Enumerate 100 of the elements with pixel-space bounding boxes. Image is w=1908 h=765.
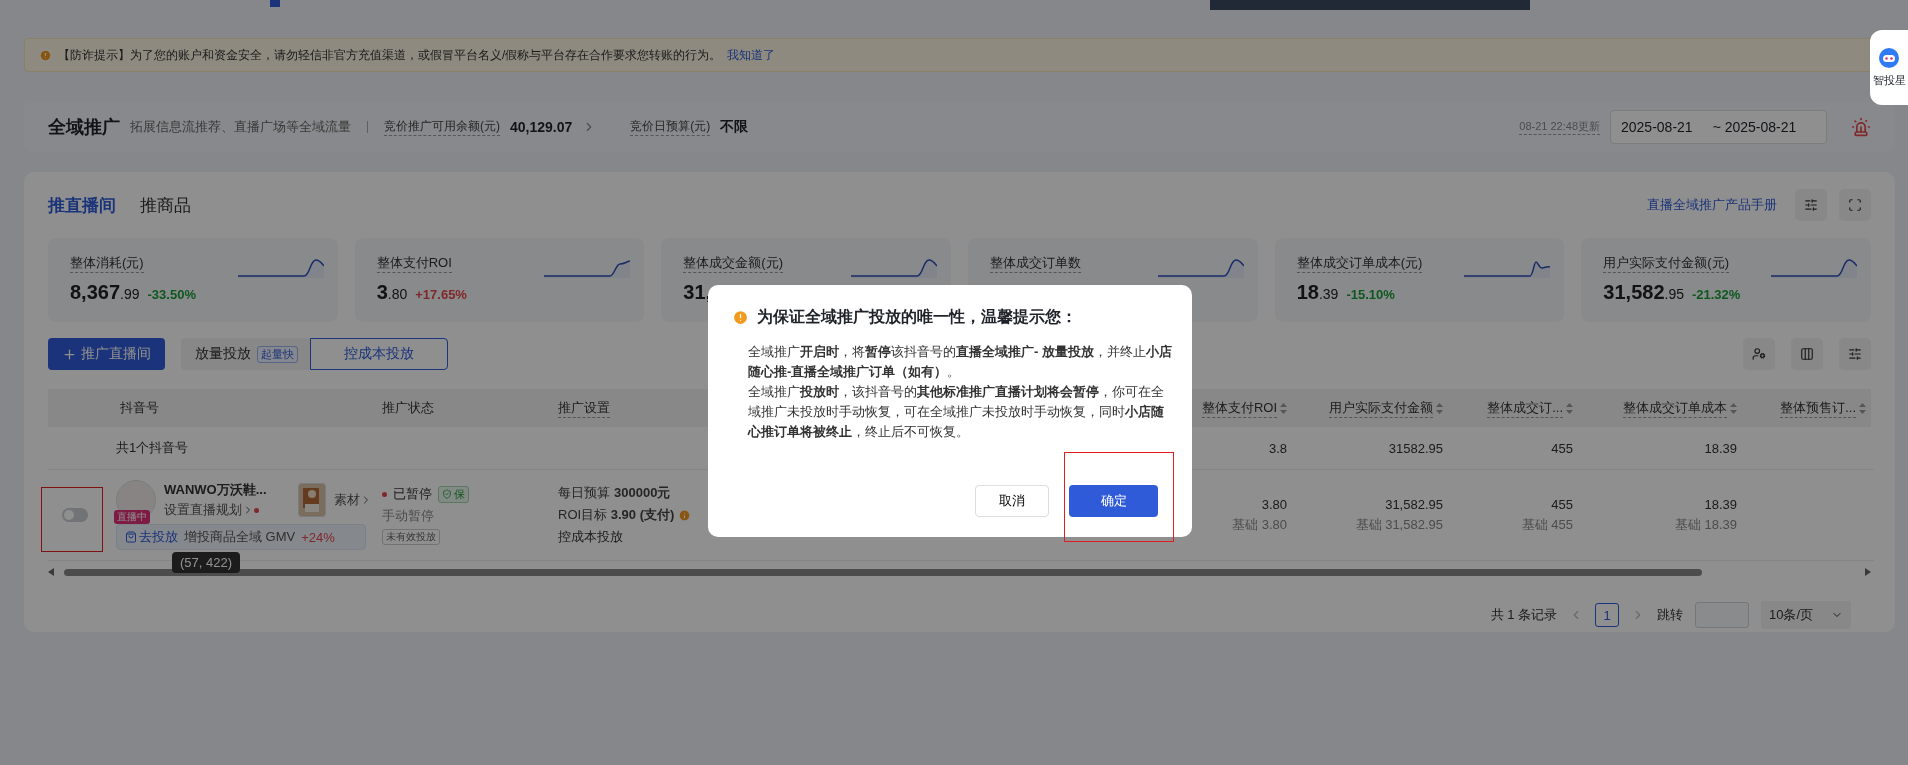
tab[interactable]: 推直播间 xyxy=(48,193,116,217)
account-name: WANWO万沃鞋... xyxy=(164,481,268,499)
sort-icon[interactable] xyxy=(1566,402,1573,414)
notification-dot xyxy=(254,507,259,513)
confirm-button[interactable]: 确定 xyxy=(1069,485,1158,517)
launch-link[interactable]: 去投放 xyxy=(125,528,178,546)
metric-value: 3.80 xyxy=(376,280,408,304)
add-live-room-button[interactable]: 推广直播间 xyxy=(48,338,165,370)
balance-value: 40,129.07 xyxy=(510,119,573,135)
dialog-paragraph: 全域推广开启时，将暂停该抖音号的直播全域推广- 放量投放，并终止小店随心推-直播全域推广订单（如有）。 xyxy=(748,343,1172,381)
warning-icon xyxy=(732,309,749,326)
page-title: 全域推广 xyxy=(48,116,120,139)
dialog-title: 为保证全域推广投放的唯一性，温馨提示您： xyxy=(757,307,1077,327)
volume-mode-button[interactable]: 放量投放 起量快 xyxy=(181,338,310,370)
page-subtitle: 拓展信息流推荐、直播广场等全域流量 xyxy=(130,118,351,136)
notice-text: 【防诈提示】为了您的账户和资金安全，请勿轻信非官方充值渠道，或假冒平台名义/假称与平台存在合作要求您转账的行为。 xyxy=(58,46,722,64)
metric-label: 整体消耗(元) xyxy=(70,253,144,273)
roi-text: ROI目标 3.90 (支付) xyxy=(558,506,675,524)
dialog-paragraph: 全域推广投放时，该抖音号的其他标准推广直播计划将会暂停，你可在全域推广未投放时手动恢复，可在全域推广未投放时手动恢复，同时小店随心推订单将被终止，终止后不可恢复。 xyxy=(748,383,1165,441)
scroll-right-icon[interactable] xyxy=(1865,568,1871,576)
jump-label: 跳转 xyxy=(1657,606,1683,624)
sort-icon[interactable] xyxy=(1730,402,1737,414)
summary-value: 31582.95 xyxy=(1388,440,1443,456)
balance-label: 竞价推广可用余额(元) xyxy=(384,118,500,136)
dismiss-link[interactable]: 我知道了 xyxy=(727,46,776,64)
columns-icon[interactable] xyxy=(1791,338,1823,370)
coordinate-tooltip: (57, 422) xyxy=(172,552,241,573)
column-header: 抖音号 xyxy=(120,399,159,417)
metric-change: +17.65% xyxy=(415,286,467,302)
material-link[interactable]: 素材 xyxy=(334,491,372,509)
column-header: 整体预售订... xyxy=(1780,398,1856,418)
metric-label: 整体支付ROI xyxy=(376,253,452,273)
scroll-left-icon[interactable] xyxy=(48,568,54,576)
column-header: 整体成交订单成本 xyxy=(1623,398,1727,418)
warning-icon xyxy=(39,48,52,62)
plan-link[interactable]: 设置直播规划 xyxy=(164,501,290,519)
promo-text: 增投商品全域 GMV xyxy=(184,528,296,546)
live-badge: 直播中 xyxy=(114,510,150,524)
column-header: 用户实际支付金额 xyxy=(1329,398,1433,418)
metric-value: 8,367.99 xyxy=(70,280,140,304)
cancel-button[interactable]: 取消 xyxy=(975,485,1049,517)
scrollbar-thumb[interactable] xyxy=(64,568,1702,576)
metric-cell: 18.39 xyxy=(1704,496,1737,512)
summary-value: 3.8 xyxy=(1268,440,1287,456)
status-reason: 手动暂停 xyxy=(382,507,434,525)
sort-icon[interactable] xyxy=(1859,402,1866,414)
bid-mode: 控成本投放 xyxy=(558,528,623,546)
status-label: 已暂停 xyxy=(393,485,432,503)
tab-indicator xyxy=(270,0,280,7)
assistant-widget[interactable]: 智投星 xyxy=(1870,30,1908,105)
metric-cell: 455 xyxy=(1551,496,1573,512)
column-header: 整体成交订... xyxy=(1487,398,1563,418)
metric-label: 整体成交订单成本(元) xyxy=(1296,253,1423,273)
user-settings-icon[interactable] xyxy=(1743,338,1775,370)
metric-change: -15.10% xyxy=(1346,286,1395,302)
column-header: 推广状态 xyxy=(382,399,434,417)
alarm-icon[interactable] xyxy=(1851,117,1871,137)
guarantee-badge: 保 xyxy=(438,485,469,503)
budget-text: 每日预算 300000元 xyxy=(558,484,671,502)
page-size-select[interactable]: 10条/页 xyxy=(1761,601,1851,629)
bag-icon xyxy=(125,531,137,543)
summary-value: 18.39 xyxy=(1704,440,1737,456)
page-button[interactable]: 1 xyxy=(1595,603,1619,627)
tab[interactable]: 推商品 xyxy=(140,193,191,217)
metric-label: 整体成交订单数 xyxy=(990,253,1081,273)
status-tag: 未有效投放 xyxy=(382,529,440,545)
metric-value: 18.39 xyxy=(1296,280,1339,304)
settings-icon[interactable] xyxy=(1795,189,1827,221)
toggle-switch[interactable] xyxy=(62,508,88,522)
metric-cell: 31,582.95 xyxy=(1385,496,1443,512)
metric-label: 整体成交金额(元) xyxy=(683,253,783,273)
uplift-value: +24% xyxy=(301,529,335,545)
settings-icon[interactable] xyxy=(1839,338,1871,370)
status-dot xyxy=(382,491,387,497)
metric-value: 31,582.95 xyxy=(1603,280,1684,304)
summary-label: 共1个抖音号 xyxy=(116,439,189,457)
cost-mode-button[interactable]: 控成本投放 xyxy=(310,338,448,370)
date-range-field[interactable]: 2025-08-21 ~ 2025-08-21 xyxy=(1610,110,1827,144)
shield-icon xyxy=(442,489,452,499)
jump-input[interactable] xyxy=(1695,602,1749,628)
metric-change: -21.32% xyxy=(1691,286,1741,302)
base-value: 基础 18.39 xyxy=(1674,515,1737,534)
metric-change: -33.50% xyxy=(147,286,196,302)
robot-icon xyxy=(1877,47,1901,69)
summary-value: 455 xyxy=(1551,440,1573,456)
base-value: 基础 3.80 xyxy=(1232,515,1287,534)
base-value: 基础 31,582.95 xyxy=(1355,515,1443,534)
metric-cell: 3.80 xyxy=(1261,496,1287,512)
info-icon[interactable] xyxy=(678,508,692,522)
plus-icon xyxy=(62,346,77,362)
sort-icon[interactable] xyxy=(1436,402,1443,414)
fullscreen-icon[interactable] xyxy=(1839,189,1871,221)
metric-label: 用户实际支付金额(元) xyxy=(1603,253,1729,273)
manual-link[interactable]: 直播全域推广产品手册 xyxy=(1647,196,1777,214)
column-header: 推广设置 xyxy=(558,398,610,418)
sort-icon[interactable] xyxy=(1280,402,1287,414)
budget-value: 不限 xyxy=(720,118,749,136)
record-count: 共 1 条记录 xyxy=(1490,606,1557,624)
column-header: 整体支付ROI xyxy=(1201,398,1277,418)
base-value: 基础 455 xyxy=(1521,515,1573,534)
